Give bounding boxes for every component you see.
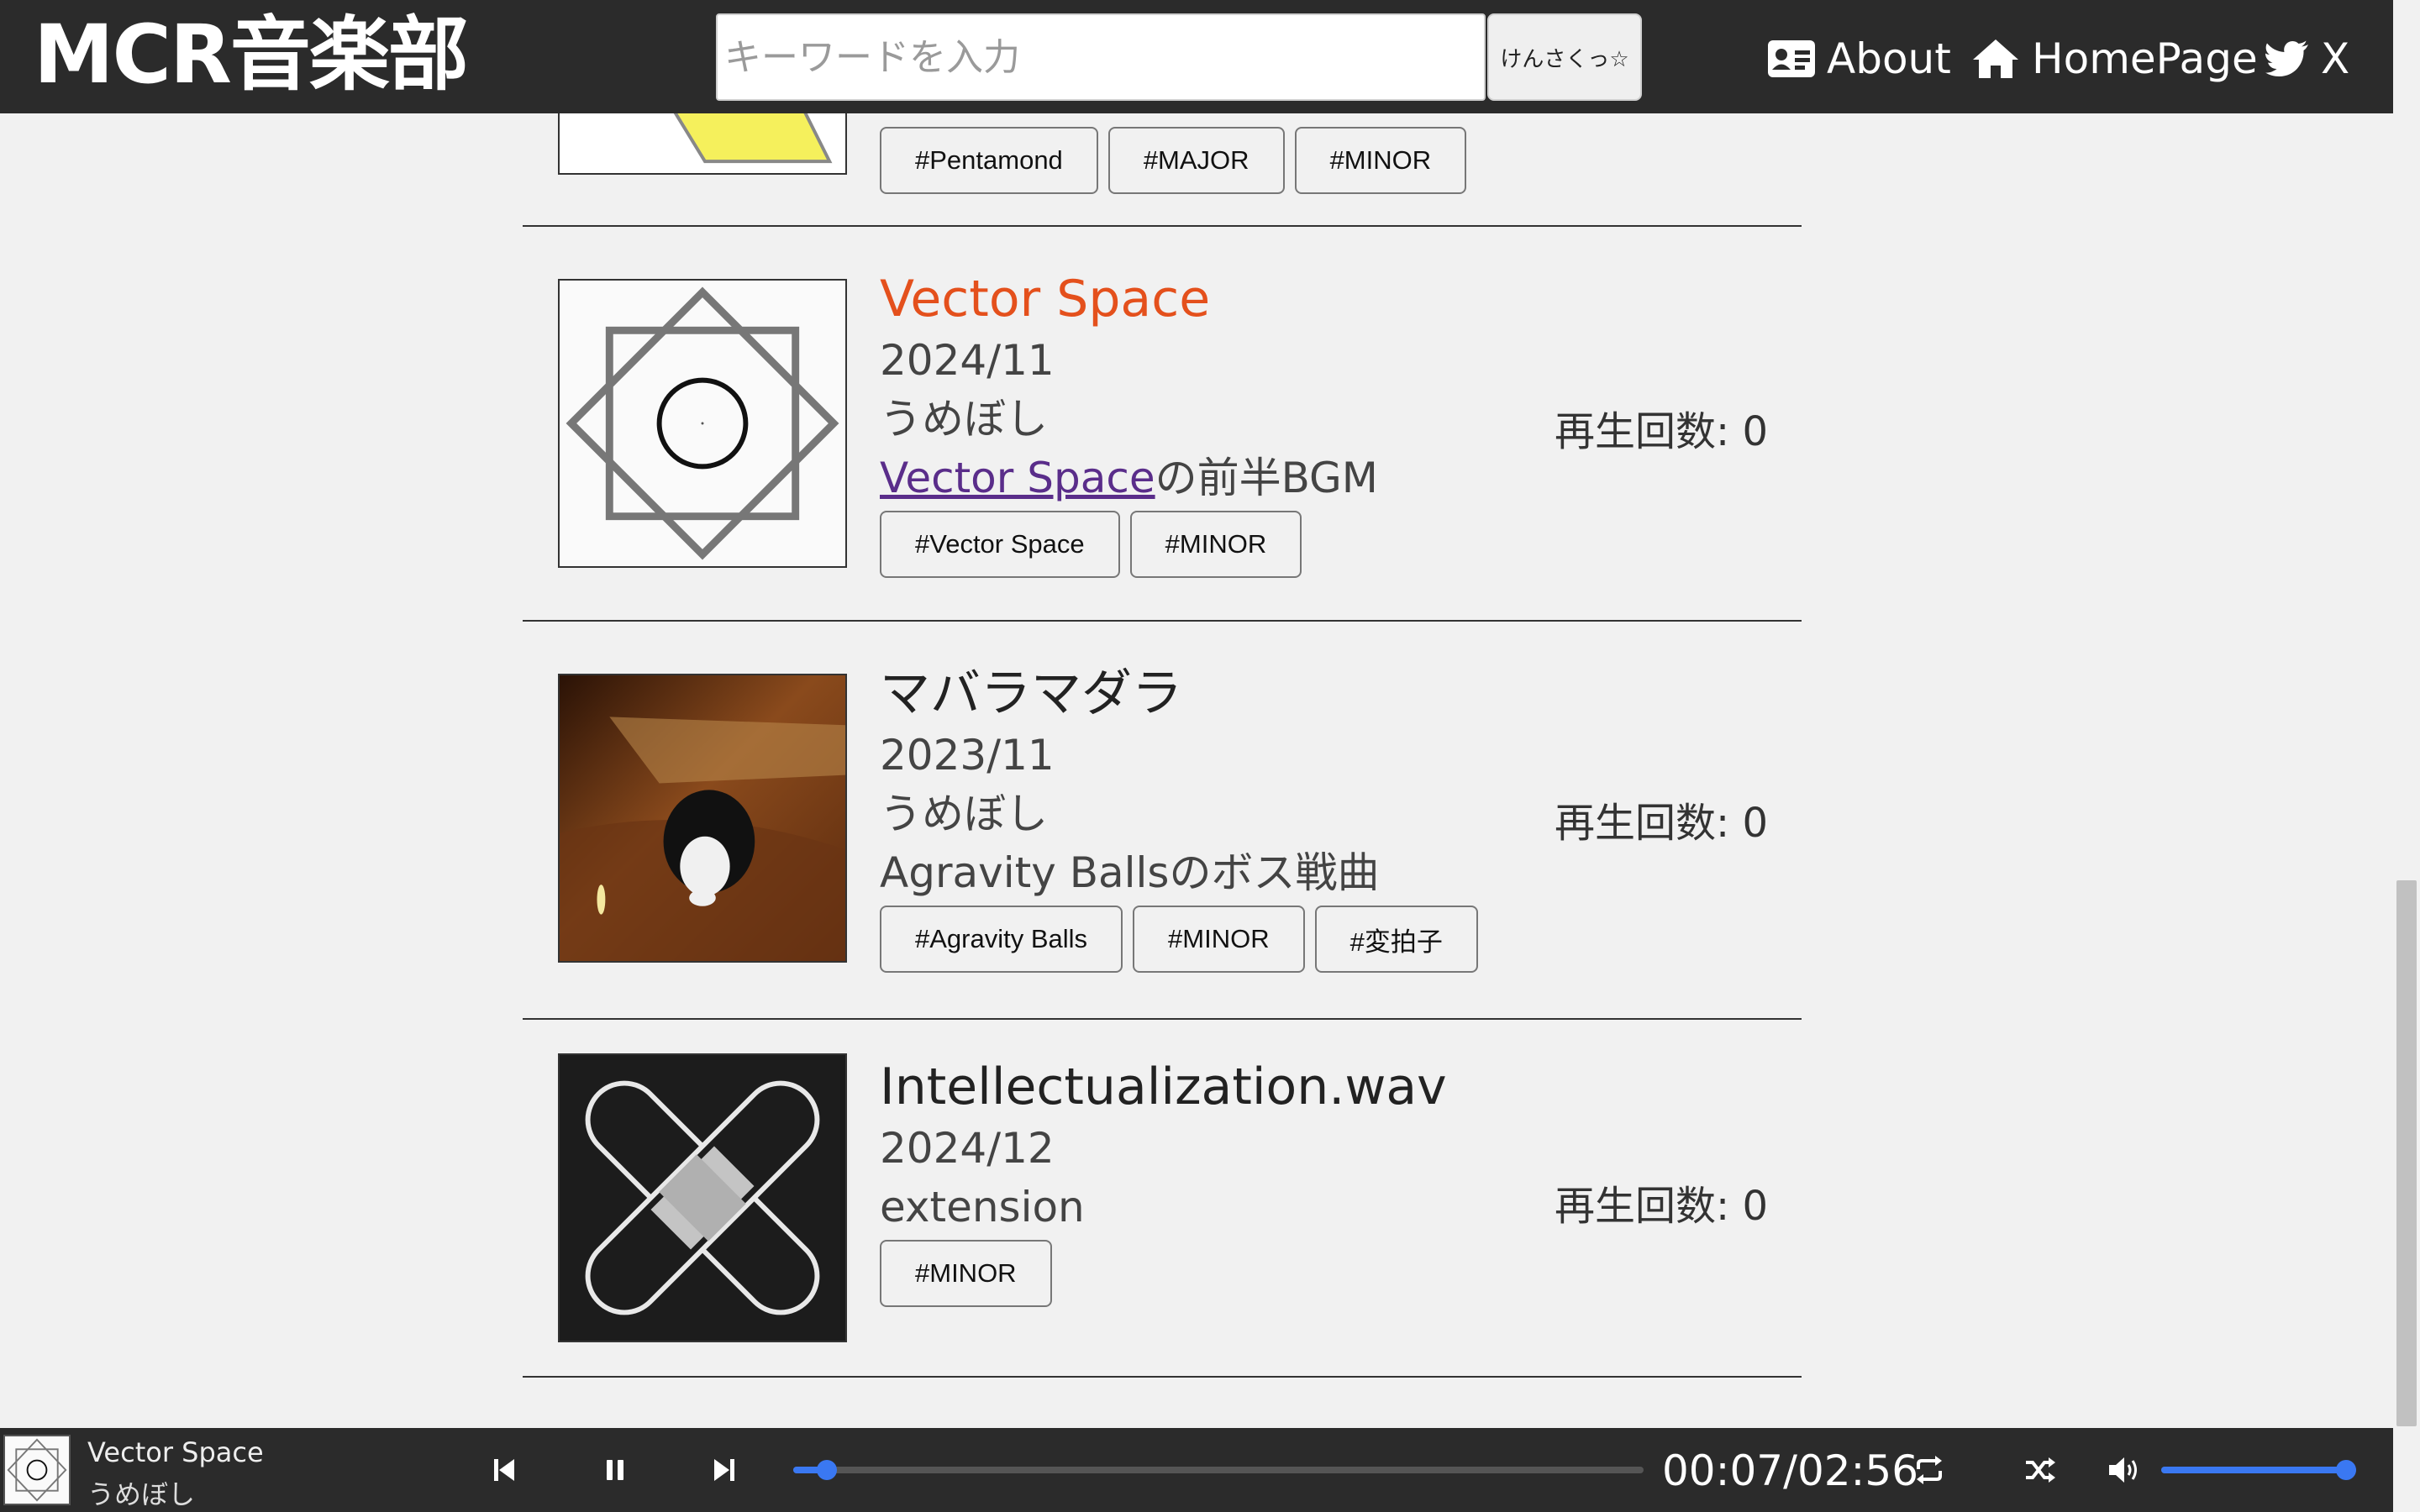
search-button[interactable]: けんさくっ☆ — [1487, 13, 1642, 101]
volume-button[interactable] — [2107, 1453, 2141, 1487]
shuffle-button[interactable] — [2023, 1453, 2057, 1487]
now-playing-thumbnail — [3, 1435, 71, 1505]
playback-time: 00:07/02:56 — [1662, 1446, 1919, 1495]
tag-button[interactable]: #MINOR — [1133, 906, 1305, 973]
track-title[interactable]: マバラマダラ — [880, 662, 1478, 726]
vector-space-mini-artwork — [5, 1436, 69, 1504]
track-date: 2023/11 — [880, 731, 1055, 780]
now-playing-title: Vector Space — [87, 1436, 264, 1468]
scrollbar-thumb[interactable] — [2396, 880, 2417, 1426]
volume-icon — [2109, 1457, 2137, 1483]
tag-button[interactable]: #MINOR — [1129, 511, 1302, 578]
track-item-intellectualization[interactable]: Intellectualization.wav 2024/12 extensio… — [523, 1020, 1802, 1378]
home-icon — [1973, 39, 2018, 78]
tag-button[interactable]: #Pentamond — [880, 127, 1098, 194]
play-count: 再生回数: 0 — [1555, 800, 1768, 847]
intellectualization-artwork — [560, 1055, 845, 1341]
description-link[interactable]: Vector Space — [880, 454, 1155, 502]
pause-button[interactable] — [598, 1453, 632, 1487]
play-count: 再生回数: 0 — [1555, 1183, 1768, 1230]
vector-space-artwork — [560, 281, 845, 566]
repeat-icon — [1917, 1456, 1942, 1484]
track-artist: うめぼし — [880, 790, 1048, 838]
nav-about-link[interactable]: About — [1768, 25, 1951, 92]
nav-x-link[interactable]: X — [2265, 25, 2349, 92]
track-description: Agravity Ballsのボス戦曲 — [880, 848, 1380, 897]
track-artist: うめぼし — [880, 395, 1048, 444]
track-date: 2024/12 — [880, 1124, 1055, 1173]
site-logo[interactable]: MCR音楽部 — [34, 8, 469, 101]
description-text: の前半BGM — [1155, 454, 1378, 502]
tag-button[interactable]: #Vector Space — [880, 511, 1120, 578]
id-card-icon — [1768, 40, 1815, 77]
header-bar: MCR音楽部 けんさくっ☆ About HomePage X — [0, 0, 2393, 113]
volume-level — [2161, 1467, 2356, 1473]
track-item-mabaramadara[interactable]: マバラマダラ 2023/11 うめぼし Agravity Ballsのボス戦曲 … — [523, 622, 1802, 1020]
nav-homepage-label: HomePage — [2032, 34, 2258, 83]
track-thumbnail[interactable] — [558, 1053, 847, 1342]
track-item-vector-space[interactable]: Vector Space 2024/11 うめぼし Vector Spaceの前… — [523, 227, 1802, 622]
tag-button[interactable]: #Agravity Balls — [880, 906, 1123, 973]
page-scrollbar[interactable] — [2393, 0, 2420, 1512]
track-description: Vector Spaceの前半BGM — [880, 449, 1378, 507]
next-track-button[interactable] — [708, 1453, 741, 1487]
track-date: 2024/11 — [880, 336, 1055, 385]
nav-about-label: About — [1827, 34, 1951, 83]
skip-next-icon — [714, 1459, 734, 1481]
seek-slider[interactable] — [793, 1460, 1644, 1480]
pause-icon — [607, 1460, 623, 1480]
tag-button[interactable]: #MAJOR — [1107, 127, 1285, 194]
skip-previous-icon — [494, 1459, 514, 1481]
tag-button[interactable]: #MINOR — [880, 1240, 1052, 1307]
track-thumbnail[interactable] — [558, 279, 847, 568]
tag-button[interactable]: #変拍子 — [1314, 906, 1478, 973]
nav-homepage-link[interactable]: HomePage — [1971, 25, 2258, 92]
now-playing-artist: うめぼし — [87, 1478, 196, 1510]
play-count: 再生回数: 0 — [1555, 408, 1768, 455]
mabaramadara-artwork — [560, 675, 845, 961]
twitter-bird-icon — [2265, 40, 2308, 76]
track-artist: extension — [880, 1183, 1085, 1231]
nav-x-label: X — [2321, 34, 2350, 83]
previous-track-button[interactable] — [487, 1453, 521, 1487]
track-title[interactable]: Vector Space — [880, 267, 1378, 331]
tag-button[interactable]: #MINOR — [1294, 127, 1467, 194]
volume-slider[interactable] — [2161, 1460, 2356, 1480]
volume-handle[interactable] — [2336, 1460, 2356, 1480]
track-thumbnail[interactable] — [558, 674, 847, 963]
track-title[interactable]: Intellectualization.wav — [880, 1055, 1447, 1119]
shuffle-icon — [2026, 1457, 2055, 1483]
repeat-button[interactable] — [1912, 1453, 1946, 1487]
search-input[interactable] — [716, 13, 1486, 101]
